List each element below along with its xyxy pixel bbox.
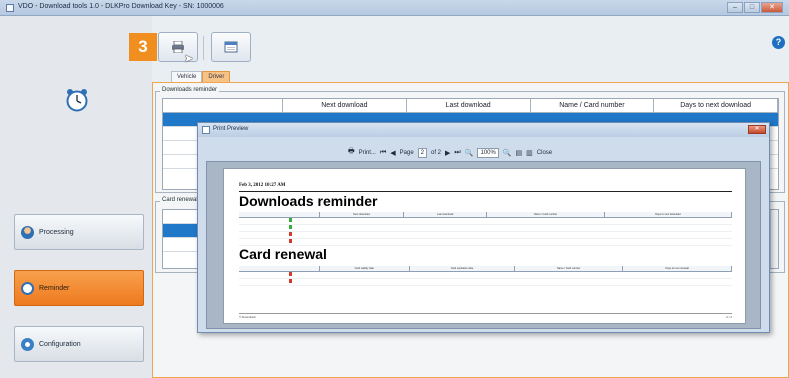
processing-person-icon (21, 225, 34, 239)
group-legend: Card renewal (160, 197, 200, 203)
status-warning-icon (289, 239, 292, 243)
table-row (239, 231, 732, 239)
close-button[interactable]: ✕ (761, 2, 783, 13)
section-title-card-renewal: Card renewal (239, 246, 327, 262)
print-card-renewal-table: Card validity date Card expiration date … (239, 266, 732, 286)
sidebar-item-configuration[interactable]: Configuration (14, 326, 144, 362)
sidebar (0, 16, 152, 378)
status-warning-icon (289, 279, 292, 283)
configuration-gears-icon (21, 337, 34, 351)
mouse-cursor-icon: ➤ (184, 53, 194, 65)
window-titlebar: VDO - Download tools 1.0 - DLKPro Downlo… (0, 0, 789, 16)
tab-vehicle[interactable]: Vehicle (171, 71, 203, 82)
toolbar-separator (203, 36, 204, 60)
table-row (239, 224, 732, 232)
sidebar-item-processing[interactable]: Processing (14, 214, 144, 250)
dialog-titlebar: Print Preview ✕ (198, 123, 769, 137)
preview-page: Feb 3, 2012 10:27 AM Downloads reminder … (223, 168, 746, 324)
page-number-input[interactable]: 2 (417, 147, 428, 158)
status-ok-icon (289, 225, 292, 229)
status-warning-icon (289, 272, 292, 276)
sidebar-item-label: Reminder (39, 284, 70, 292)
zoom-level-input[interactable]: 100% (477, 147, 499, 158)
print-preview-dialog: Print Preview ✕ 🖶 Print... ⏮ ◀ Page 2 of… (197, 122, 770, 333)
zoom-icon[interactable]: 🔍 (465, 149, 474, 157)
table-row (239, 238, 732, 246)
table-row (239, 217, 732, 225)
export-window-icon (224, 41, 238, 53)
page-count: of 2 (431, 149, 442, 156)
sidebar-item-label: Configuration (39, 340, 81, 348)
maximize-button[interactable]: □ (744, 2, 760, 13)
page-label: Page (399, 149, 414, 156)
last-page-icon[interactable]: ⏭ (454, 149, 460, 157)
step-badge: 3 (129, 33, 157, 61)
footer-left: © Download (239, 315, 256, 319)
print-date: Feb 3, 2012 10:27 AM (239, 183, 286, 188)
column-header[interactable]: Last download (406, 99, 531, 113)
tab-bar: Vehicle Driver (171, 71, 231, 82)
export-button[interactable] (211, 32, 251, 62)
first-page-icon[interactable]: ⏮ (380, 149, 386, 157)
help-icon[interactable]: ? (772, 36, 785, 49)
group-legend: Downloads reminder (160, 87, 220, 93)
table-header: Next download Last download Name / Card … (163, 99, 778, 113)
print-downloads-table: Next download Last download Name / Card … (239, 212, 733, 246)
close-preview-button[interactable]: Close (537, 150, 552, 156)
multi-page-icon[interactable]: ▥ (526, 149, 533, 157)
reminder-clock-icon (21, 281, 34, 295)
printer-icon (172, 41, 184, 53)
column-header[interactable]: Name / Card number (530, 99, 655, 113)
table-row (239, 278, 732, 286)
column-header[interactable]: Days to next download (654, 99, 778, 113)
next-page-icon[interactable]: ▶ (445, 149, 450, 157)
divider (239, 191, 732, 192)
page-footer: © Download 2 / 2 (239, 313, 732, 319)
preview-toolbar: 🖶 Print... ⏮ ◀ Page 2 of 2 ▶ ⏭ 🔍 100% 🔍 … (348, 146, 552, 159)
status-ok-icon (289, 218, 292, 222)
alarm-clock-icon (66, 89, 88, 112)
footer-right: 2 / 2 (726, 315, 732, 319)
vertical-scrollbar[interactable] (770, 210, 778, 268)
column-header-select (163, 99, 283, 113)
sidebar-item-label: Processing (39, 228, 74, 236)
window-controls: – □ ✕ (727, 2, 783, 13)
previous-page-icon[interactable]: ◀ (390, 149, 395, 157)
window-title: VDO - Download tools 1.0 - DLKPro Downlo… (18, 3, 224, 10)
dialog-close-button[interactable]: ✕ (748, 125, 766, 134)
preview-area: Feb 3, 2012 10:27 AM Downloads reminder … (206, 161, 761, 329)
section-title-downloads: Downloads reminder (239, 193, 378, 209)
column-header[interactable]: Next download (283, 99, 407, 113)
app-icon (6, 4, 14, 12)
tab-driver[interactable]: Driver (202, 71, 231, 82)
single-page-icon[interactable]: ▤ (516, 149, 523, 157)
minimize-button[interactable]: – (727, 2, 743, 13)
status-warning-icon (289, 232, 292, 236)
zoom-fit-icon[interactable]: 🔍 (503, 149, 512, 157)
dialog-title: Print Preview (213, 126, 249, 132)
print-preview-icon (202, 126, 210, 134)
printer-icon[interactable]: 🖶 (348, 147, 355, 158)
table-row (239, 271, 732, 279)
print-button[interactable]: Print... (359, 150, 376, 156)
sidebar-item-reminder[interactable]: Reminder (14, 270, 144, 306)
